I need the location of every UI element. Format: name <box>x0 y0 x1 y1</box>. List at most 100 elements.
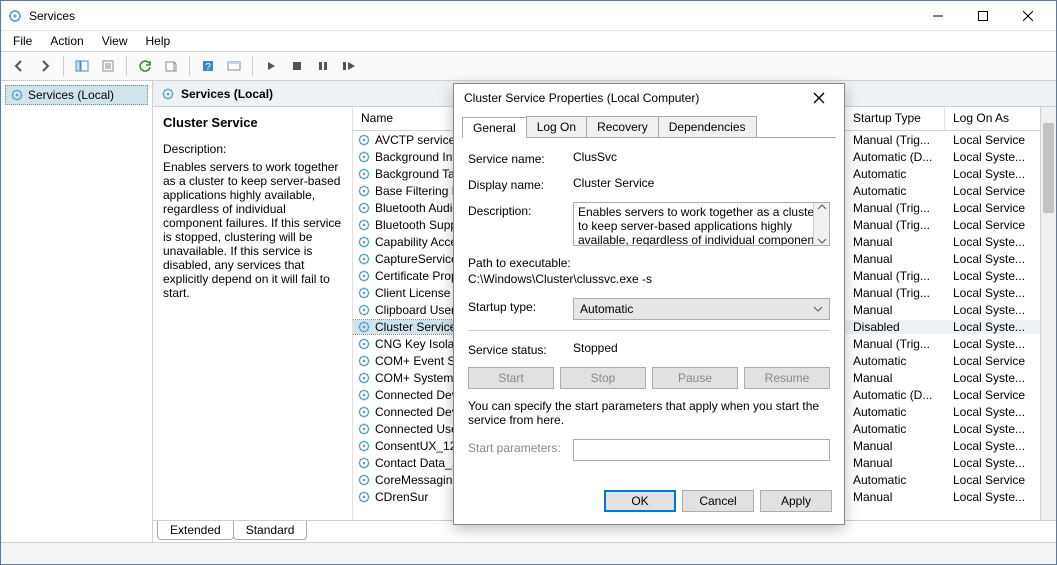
service-startup-cell: Automatic <box>845 473 945 487</box>
service-startup-cell: Manual <box>845 252 945 266</box>
refresh-button[interactable] <box>133 54 157 78</box>
dialog-tab-dependencies[interactable]: Dependencies <box>658 116 757 137</box>
value-service-name: ClusSvc <box>573 150 830 164</box>
statusbar <box>1 542 1056 564</box>
tree-node-services-local[interactable]: Services (Local) <box>5 85 148 105</box>
tab-standard[interactable]: Standard <box>233 521 308 540</box>
service-logon-cell: Local Syste... <box>945 490 1040 504</box>
dialog-tabs: General Log On Recovery Dependencies <box>462 116 836 138</box>
service-logon-cell: Local Syste... <box>945 286 1040 300</box>
service-startup-cell: Manual <box>845 456 945 470</box>
service-logon-cell: Local Service <box>945 473 1040 487</box>
service-logon-cell: Local Syste... <box>945 320 1040 334</box>
label-display-name: Display name: <box>468 176 573 192</box>
gear-icon <box>357 167 371 181</box>
column-startup[interactable]: Startup Type <box>845 107 945 130</box>
menu-action[interactable]: Action <box>42 32 91 50</box>
description-label: Description: <box>163 142 342 156</box>
help-button[interactable]: ? <box>196 54 220 78</box>
service-startup-cell: Manual <box>845 439 945 453</box>
dialog-close-button[interactable] <box>804 86 834 110</box>
service-startup-cell: Automatic (D... <box>845 388 945 402</box>
divider <box>468 330 830 331</box>
service-startup-cell: Automatic <box>845 184 945 198</box>
minimize-button[interactable] <box>915 1 960 30</box>
gear-icon <box>357 303 371 317</box>
export-button[interactable] <box>159 54 183 78</box>
panel-header-title: Services (Local) <box>181 87 273 101</box>
dialog-tab-recovery[interactable]: Recovery <box>586 116 659 137</box>
restart-service-button[interactable] <box>337 54 361 78</box>
gear-icon <box>357 456 371 470</box>
service-startup-cell: Manual (Trig... <box>845 133 945 147</box>
tab-extended[interactable]: Extended <box>157 521 234 540</box>
maximize-button[interactable] <box>960 1 1005 30</box>
back-button[interactable] <box>7 54 31 78</box>
pause-button[interactable]: Pause <box>652 367 738 389</box>
column-logon[interactable]: Log On As <box>945 107 1040 130</box>
service-logon-cell: Local Service <box>945 218 1040 232</box>
service-properties-dialog: Cluster Service Properties (Local Comput… <box>453 83 845 525</box>
gear-icon <box>357 235 371 249</box>
chevron-up-icon <box>817 203 827 211</box>
service-startup-cell: Automatic <box>845 167 945 181</box>
gear-icon <box>357 133 371 147</box>
service-startup-cell: Manual (Trig... <box>845 269 945 283</box>
window-title: Services <box>29 9 915 23</box>
scrollbar-thumb[interactable] <box>1043 123 1054 213</box>
forward-button[interactable] <box>33 54 57 78</box>
service-logon-cell: Local Syste... <box>945 405 1040 419</box>
show-hide-tree-button[interactable] <box>70 54 94 78</box>
dialog-tab-general[interactable]: General <box>462 117 527 138</box>
service-name: CoreMessaging <box>375 473 459 487</box>
service-logon-cell: Local Syste... <box>945 252 1040 266</box>
resume-button[interactable]: Resume <box>744 367 830 389</box>
gear-icon <box>357 269 371 283</box>
description-textbox[interactable]: Enables servers to work together as a cl… <box>573 202 830 246</box>
stop-service-button[interactable] <box>285 54 309 78</box>
menu-view[interactable]: View <box>94 32 136 50</box>
chevron-down-icon <box>813 305 823 313</box>
service-startup-cell: Manual (Trig... <box>845 218 945 232</box>
titlebar: Services <box>1 1 1056 31</box>
startup-type-select[interactable]: Automatic <box>573 298 830 320</box>
label-service-name: Service name: <box>468 150 573 166</box>
chevron-down-icon <box>817 237 827 245</box>
dialog-body: Service name: ClusSvc Display name: Clus… <box>454 138 844 482</box>
vertical-scrollbar[interactable] <box>1040 107 1056 520</box>
menu-help[interactable]: Help <box>138 32 179 50</box>
service-name: Cluster Service <box>375 320 456 334</box>
menu-file[interactable]: File <box>5 32 40 50</box>
description-scroll[interactable] <box>813 203 829 245</box>
service-startup-cell: Automatic <box>845 354 945 368</box>
stop-button[interactable]: Stop <box>560 367 646 389</box>
service-logon-cell: Local Service <box>945 201 1040 215</box>
gear-icon <box>357 184 371 198</box>
service-logon-cell: Local Service <box>945 354 1040 368</box>
services-app-icon <box>7 8 23 24</box>
start-params-input[interactable] <box>573 439 830 461</box>
gear-icon <box>357 286 371 300</box>
apply-button[interactable]: Apply <box>760 490 832 512</box>
value-path: C:\Windows\Cluster\clussvc.exe -s <box>468 272 830 286</box>
pause-service-button[interactable] <box>311 54 335 78</box>
start-service-button[interactable] <box>259 54 283 78</box>
dialog-title: Cluster Service Properties (Local Comput… <box>464 91 804 105</box>
service-startup-cell: Automatic <box>845 422 945 436</box>
extended-description-pane: Cluster Service Description: Enables ser… <box>153 107 353 520</box>
service-logon-cell: Local Syste... <box>945 422 1040 436</box>
start-button[interactable]: Start <box>468 367 554 389</box>
service-name: Bluetooth Audio <box>375 201 459 215</box>
gear-icon <box>357 490 371 504</box>
close-button[interactable] <box>1005 1 1050 30</box>
tree-node-label: Services (Local) <box>28 88 114 102</box>
toolbar-separator <box>252 56 253 76</box>
service-logon-cell: Local Syste... <box>945 269 1040 283</box>
cancel-button[interactable]: Cancel <box>682 490 754 512</box>
ok-button[interactable]: OK <box>604 490 676 512</box>
service-logon-cell: Local Syste... <box>945 303 1040 317</box>
console-button[interactable] <box>222 54 246 78</box>
properties-button[interactable] <box>96 54 120 78</box>
dialog-tab-logon[interactable]: Log On <box>526 116 587 137</box>
startup-type-value: Automatic <box>580 302 633 316</box>
